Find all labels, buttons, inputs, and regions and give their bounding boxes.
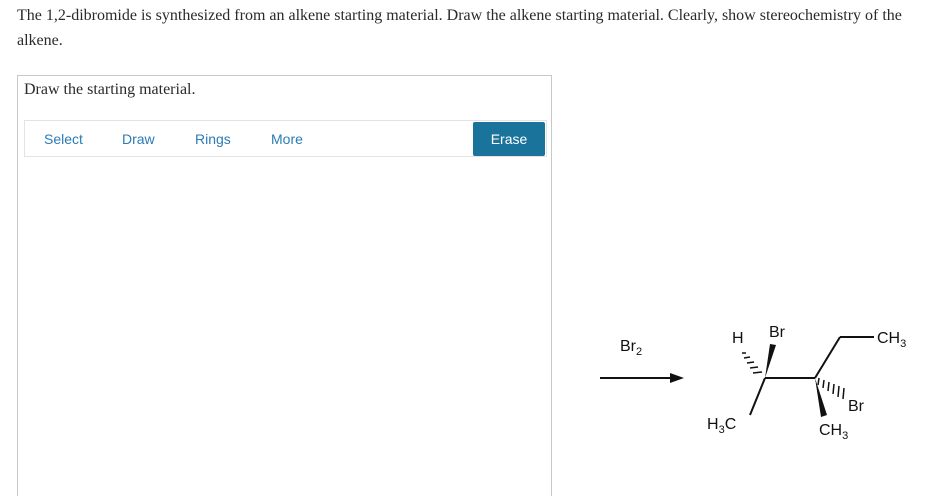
- wedge-bond-icon: [765, 344, 776, 378]
- hash-bond-icon: [742, 352, 763, 374]
- panel-title: Draw the starting material.: [24, 81, 196, 98]
- rings-tool-button[interactable]: Rings: [195, 131, 231, 147]
- draw-tool-button[interactable]: Draw: [122, 131, 155, 147]
- atom-h3c-label: H3C: [707, 416, 736, 436]
- drawing-panel: Draw the starting material. Select Draw …: [17, 75, 552, 496]
- reaction-scheme: Br2 H Br H3C CH3 Br CH3: [600, 324, 906, 442]
- more-tool-button[interactable]: More: [271, 131, 303, 147]
- hash-bond-icon: [817, 377, 845, 400]
- atom-ch3-right-label: CH3: [877, 330, 906, 350]
- reaction-arrow-icon: [600, 373, 684, 383]
- erase-button[interactable]: Erase: [473, 122, 545, 156]
- atom-ch3-bottom-label: CH3: [819, 422, 848, 442]
- wedge-bond-icon: [815, 378, 827, 417]
- question-text: The 1,2-dibromide is synthesized from an…: [17, 7, 902, 49]
- drawing-canvas[interactable]: [24, 162, 547, 492]
- atom-br-top-label: Br: [769, 324, 786, 341]
- select-tool-button[interactable]: Select: [44, 131, 83, 147]
- atom-br-right-label: Br: [848, 398, 865, 415]
- drawing-toolbar: Select Draw Rings More Erase: [24, 120, 547, 157]
- reagent-label: Br2: [620, 338, 642, 358]
- atom-h-label: H: [732, 330, 744, 347]
